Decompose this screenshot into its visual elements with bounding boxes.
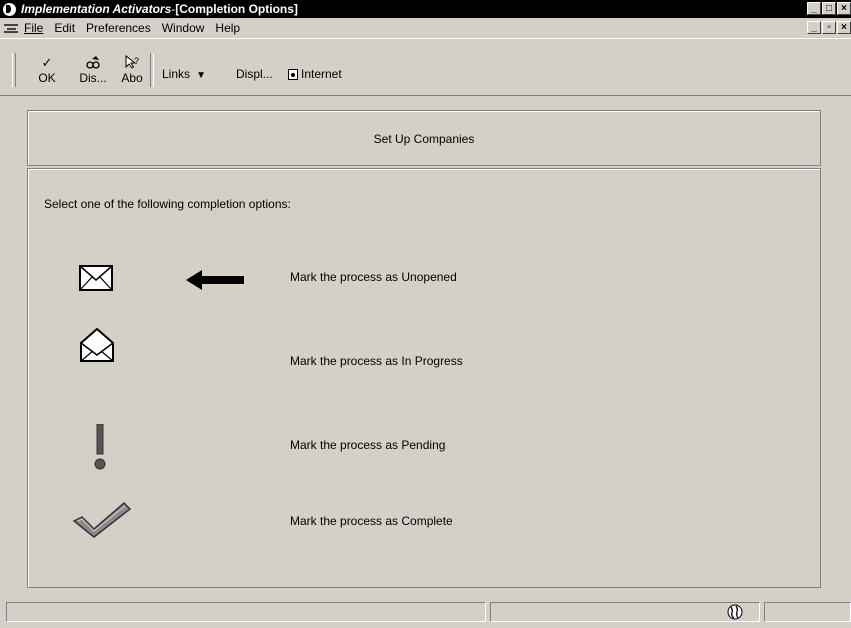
about-button[interactable]: ? Abo: [118, 54, 146, 85]
doc-minimize-button[interactable]: _: [807, 21, 821, 34]
header-panel: Set Up Companies: [27, 110, 821, 166]
internet-label: Internet: [301, 67, 342, 81]
display-button-label: Dis...: [79, 71, 107, 85]
option-pending-label[interactable]: Mark the process as Pending: [290, 438, 445, 452]
internet-button[interactable]: Internet: [288, 67, 342, 81]
menu-bar: File Edit Preferences Window Help _ ▫ ×: [0, 18, 851, 37]
links-label: Links: [162, 67, 191, 81]
toolbar-grip[interactable]: [12, 53, 16, 87]
close-button[interactable]: ×: [837, 2, 851, 15]
toolbar-separator: [150, 53, 154, 87]
ok-button[interactable]: ✓ OK: [34, 55, 60, 85]
left-arrow-icon: [186, 270, 244, 293]
display-icon: [76, 55, 110, 71]
display-button[interactable]: Dis...: [76, 55, 110, 85]
globe-icon: [727, 604, 743, 623]
complete-checkmark-icon[interactable]: [72, 499, 132, 542]
closed-envelope-icon[interactable]: [79, 265, 113, 294]
menu-preferences-label: Preferences: [86, 20, 151, 35]
menu-help[interactable]: Help: [215, 21, 240, 35]
page-title: Set Up Companies: [373, 132, 475, 146]
open-envelope-icon[interactable]: [79, 327, 115, 366]
menu-preferences[interactable]: Preferences: [86, 21, 151, 35]
menu-edit-label: Edit: [54, 20, 76, 35]
status-pane-secondary: [490, 602, 760, 622]
svg-text:?: ?: [134, 56, 139, 66]
internet-icon: [288, 68, 298, 80]
app-icon[interactable]: [3, 2, 16, 16]
menu-window-label: Window: [161, 20, 205, 35]
window-controls: _ □ ×: [807, 2, 851, 15]
status-pane-main: [6, 602, 486, 622]
menu-help-label: Help: [215, 20, 241, 35]
status-pane-tertiary: [764, 602, 851, 622]
application-window: Implementation Activators - [Completion …: [0, 0, 851, 628]
title-bar[interactable]: Implementation Activators - [Completion …: [0, 0, 851, 18]
doc-close-button[interactable]: ×: [837, 21, 851, 34]
document-window-controls: _ ▫ ×: [807, 21, 851, 34]
status-bar: [0, 602, 851, 628]
display-menu-label: Displ...: [236, 67, 273, 81]
toolbar: ✓ OK Dis... ? Abo Links ▼ Displ... Inter…: [0, 38, 851, 96]
document-menu-icon[interactable]: [4, 22, 18, 34]
app-title: Implementation Activators: [21, 2, 172, 16]
about-button-label: Abo: [121, 71, 143, 85]
help-pointer-icon: ?: [118, 54, 146, 71]
display-menu[interactable]: Displ...: [236, 67, 273, 81]
menu-file[interactable]: File: [24, 21, 43, 35]
menu-file-label: File: [24, 20, 44, 35]
menu-edit[interactable]: Edit: [54, 21, 75, 35]
checkmark-icon: ✓: [41, 55, 53, 70]
option-complete-label[interactable]: Mark the process as Complete: [290, 514, 453, 528]
doc-restore-button[interactable]: ▫: [822, 21, 836, 34]
links-menu[interactable]: Links ▼: [162, 67, 206, 81]
options-panel: Select one of the following completion o…: [27, 168, 821, 588]
instruction-text: Select one of the following completion o…: [44, 197, 291, 211]
form-area: Set Up Companies Select one of the follo…: [10, 98, 841, 600]
option-in-progress-label[interactable]: Mark the process as In Progress: [290, 354, 463, 368]
links-dropdown-icon: ▼: [193, 70, 207, 81]
exclamation-icon[interactable]: [94, 423, 106, 473]
form-title: [Completion Options]: [175, 2, 298, 16]
maximize-button[interactable]: □: [822, 2, 836, 15]
option-unopened-label[interactable]: Mark the process as Unopened: [290, 270, 457, 284]
menu-window[interactable]: Window: [162, 21, 205, 35]
minimize-button[interactable]: _: [807, 2, 821, 15]
ok-button-label: OK: [38, 71, 56, 85]
